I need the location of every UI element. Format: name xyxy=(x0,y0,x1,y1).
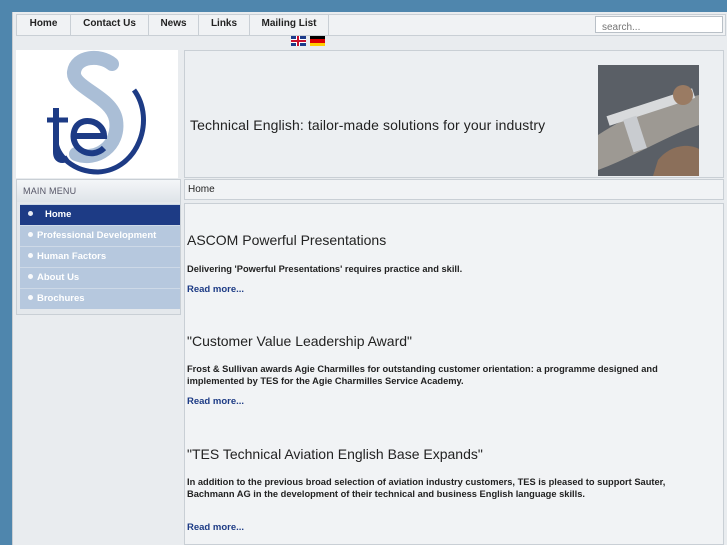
bullet-icon xyxy=(28,232,33,237)
bullet-icon xyxy=(28,253,33,258)
breadcrumb: Home xyxy=(184,179,724,200)
article-title[interactable]: "TES Technical Aviation English Base Exp… xyxy=(187,446,687,462)
article: ASCOM Powerful Presentations Delivering … xyxy=(187,232,687,295)
nav-contact-us[interactable]: Contact Us xyxy=(71,15,149,35)
main-menu: MAIN MENU Home Professional Development … xyxy=(16,179,181,315)
article-title[interactable]: "Customer Value Leadership Award" xyxy=(187,333,687,349)
nav-home[interactable]: Home xyxy=(17,15,71,35)
main-menu-heading: MAIN MENU xyxy=(17,180,180,202)
read-more-link[interactable]: Read more... xyxy=(187,522,687,533)
nav-news[interactable]: News xyxy=(149,15,199,35)
nav-links[interactable]: Links xyxy=(199,15,250,35)
article: "Customer Value Leadership Award" Frost … xyxy=(187,333,687,407)
bullet-icon xyxy=(28,295,33,300)
caliper-photo xyxy=(598,65,699,176)
bullet-icon xyxy=(28,274,33,279)
top-nav: Home Contact Us News Links Mailing List xyxy=(16,14,726,36)
article-text: Frost & Sullivan awards Agie Charmilles … xyxy=(187,364,658,386)
menu-item-professional-development[interactable]: Professional Development xyxy=(20,225,180,246)
read-more-link[interactable]: Read more... xyxy=(187,284,687,295)
german-flag-icon[interactable] xyxy=(310,36,325,46)
logo[interactable] xyxy=(16,50,178,178)
menu-item-home[interactable]: Home xyxy=(20,204,180,225)
bullet-icon xyxy=(28,211,33,216)
article-text: Delivering 'Powerful Presentations' requ… xyxy=(187,264,463,274)
article-text: In addition to the previous broad select… xyxy=(187,477,666,499)
header-banner: Technical English: tailor-made solutions… xyxy=(184,50,724,178)
search-input[interactable] xyxy=(596,20,722,35)
article: "TES Technical Aviation English Base Exp… xyxy=(187,446,687,533)
uk-flag-icon[interactable] xyxy=(291,36,306,46)
menu-item-human-factors[interactable]: Human Factors xyxy=(20,246,180,267)
banner-title: Technical English: tailor-made solutions… xyxy=(190,117,546,133)
tes-logo-icon xyxy=(47,50,146,175)
search-box xyxy=(595,16,723,35)
article-title[interactable]: ASCOM Powerful Presentations xyxy=(187,232,687,248)
read-more-link[interactable]: Read more... xyxy=(187,396,687,407)
main-content: ASCOM Powerful Presentations Delivering … xyxy=(184,203,724,545)
menu-item-about-us[interactable]: About Us xyxy=(20,267,180,288)
nav-mailing-list[interactable]: Mailing List xyxy=(250,15,329,35)
menu-item-brochures[interactable]: Brochures xyxy=(20,288,180,309)
page: Home Contact Us News Links Mailing List xyxy=(12,12,727,545)
